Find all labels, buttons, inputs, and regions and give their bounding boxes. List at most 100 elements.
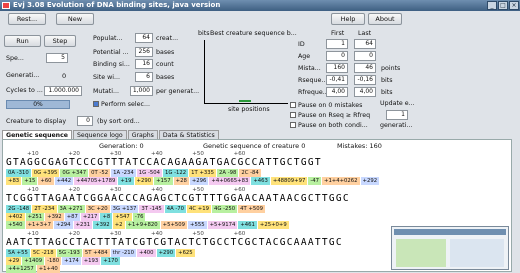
annotation-cell: +4+0665+83	[209, 177, 251, 185]
rseq-label: Rseque...	[298, 77, 328, 84]
new-button[interactable]: New	[56, 13, 94, 25]
mistakes-label: Mista...	[298, 65, 321, 72]
speed-spinner[interactable]: 5	[46, 53, 68, 63]
age-first: 0	[326, 51, 348, 61]
annotation-cell: 1A -234	[111, 169, 136, 177]
annotation-cell: +392	[93, 221, 112, 229]
annotation-cell: +1+3+7	[25, 221, 53, 229]
mistakes-header: Mistakes: 160	[337, 142, 382, 150]
perform-selection-checkbox[interactable]: Perform selec...	[93, 101, 150, 108]
rseq-first: -0,41	[326, 75, 348, 85]
window-title-bar: Evj 3.08 Evolution of DNA binding sites,…	[0, 0, 520, 11]
id-first: 1	[326, 39, 348, 49]
annotation-cell: 5T +484	[82, 249, 110, 257]
annotation-cell: 1G -504	[136, 169, 162, 177]
tab-data-statistics[interactable]: Data & Statistics	[158, 130, 219, 139]
annotation-row: 0A -310 0G +395 0G +347 0T -52 1A -234 1G -50…	[6, 169, 512, 177]
tab-graphs[interactable]: Graphs	[127, 130, 158, 139]
annotation-cell: 0G +347	[60, 169, 89, 177]
annotation-cell: 1T +335	[189, 169, 217, 177]
perform-selection-label: Perform selec...	[101, 101, 150, 108]
tab-genetic-sequence[interactable]: Genetic sequence	[2, 130, 72, 139]
creature-label: Creature to display	[6, 118, 67, 125]
annotation-cell: +19	[118, 177, 134, 185]
annotation-cell: 4T +509	[238, 205, 266, 213]
site-width-field[interactable]: 6	[135, 72, 153, 82]
pause-zero-label: Pause on 0 mistakes	[298, 102, 363, 109]
about-button[interactable]: About	[368, 13, 402, 25]
annotation-cell: +463	[251, 177, 270, 185]
annotation-cell: +83	[6, 177, 22, 185]
rfreq-label: Rfreque...	[298, 89, 329, 96]
progress-bar: 0%	[6, 100, 70, 109]
mutation-field[interactable]: 1,000	[130, 86, 153, 96]
annotation-cell: +292	[360, 177, 380, 185]
run-button[interactable]: Run	[4, 35, 41, 47]
annotation-cell: +1409	[22, 257, 45, 265]
update-spinner[interactable]: 1	[386, 110, 408, 120]
tab-sequence-logo[interactable]: Sequence logo	[72, 130, 127, 139]
rest-button[interactable]: Rest...	[8, 13, 46, 25]
annotation-cell: +402	[6, 213, 25, 221]
annotation-cell: +442	[54, 177, 74, 185]
maximize-icon[interactable]: □	[498, 1, 508, 10]
minimize-icon[interactable]: _	[487, 1, 497, 10]
annotation-cell: 0G +395	[31, 169, 60, 177]
rfreq-first: 4,00	[326, 87, 348, 97]
thumbnail-preview[interactable]	[391, 226, 509, 270]
annotation-cell: 2C -84	[239, 169, 261, 177]
annotation-cell: +540	[6, 221, 25, 229]
binding-label: Binding si...	[93, 61, 130, 68]
generation-label: Generati...	[6, 72, 40, 79]
progress-text: 0%	[33, 101, 43, 108]
checkbox-checked-icon	[93, 101, 99, 107]
annotation-cell: +193	[81, 257, 101, 265]
annotation-cell: +28	[173, 177, 189, 185]
step-button[interactable]: Step	[44, 35, 76, 47]
creature-field[interactable]: 0	[77, 116, 93, 126]
annotation-cell: +48809+97	[270, 177, 308, 185]
sequence-row-1: GTAGGCGAGTCCCGTTTATCCACAGAAGATGACGCCATTG…	[6, 157, 322, 168]
close-icon[interactable]: ×	[509, 1, 519, 10]
cycles-field[interactable]: 1.000.000	[44, 86, 82, 96]
annotation-cell: 0T -52	[89, 169, 111, 177]
annotation-cell: +290	[156, 249, 176, 257]
annotation-cell: 2A -98	[217, 169, 239, 177]
potential-field[interactable]: 256	[135, 47, 153, 57]
sequence-row-2: TCGGTTAGAATCGGAACCCAGAGCTCGTTTTGGAACAATA…	[6, 193, 350, 204]
population-unit: creat...	[156, 35, 179, 42]
thumbnail-titlebar	[394, 229, 506, 235]
pause-rseq-checkbox[interactable]: Pause on Rseq ≥ Rfreq	[290, 112, 370, 119]
annotation-cell: +1+4+0262	[322, 177, 360, 185]
annotation-cell: 2T -234	[32, 205, 57, 213]
generation-header: Generation: 0	[99, 142, 144, 150]
checkbox-icon	[290, 112, 296, 118]
annotation-cell: +44705+1789	[74, 177, 118, 185]
mistakes-unit: points	[381, 65, 401, 72]
chart-bar	[239, 100, 251, 102]
site-width-label: Site wi...	[93, 74, 120, 81]
app-icon	[2, 2, 10, 9]
help-button[interactable]: Help	[331, 13, 365, 25]
annotation-cell: 3T -145	[139, 205, 164, 213]
annotation-cell: +60	[38, 177, 54, 185]
rfreq-unit: bits	[381, 89, 393, 96]
annotation-cell: 4G -250	[211, 205, 238, 213]
mistakes-first: 160	[326, 63, 348, 73]
population-field[interactable]: 64	[135, 33, 153, 43]
annotation-cell: +217	[80, 213, 100, 221]
pause-zero-mistakes-checkbox[interactable]: Pause on 0 mistakes	[290, 102, 362, 109]
annotation-row: +402 +251 +392 +87 +217 +8 +547 -76	[6, 213, 512, 221]
annotation-cell: +29	[6, 257, 22, 265]
sequence-title: Genetic sequence of creature 0	[203, 142, 306, 150]
annotation-cell: 3C +20	[85, 205, 110, 213]
annotation-cell: -180	[45, 257, 62, 265]
pause-both-checkbox[interactable]: Pause on both condi...	[290, 122, 368, 129]
age-last: 0	[354, 51, 376, 61]
cycles-label: Cycles to ...	[6, 87, 43, 94]
binding-field[interactable]: 16	[135, 59, 153, 69]
annotation-cell: +461	[238, 221, 257, 229]
annotation-cell: +294	[54, 221, 73, 229]
potential-label: Potential ...	[93, 49, 129, 56]
sequence-row-3: AATCTTAGCCTACTTTATCGTCGTACTCTGCCTCGCTACG…	[6, 237, 343, 248]
